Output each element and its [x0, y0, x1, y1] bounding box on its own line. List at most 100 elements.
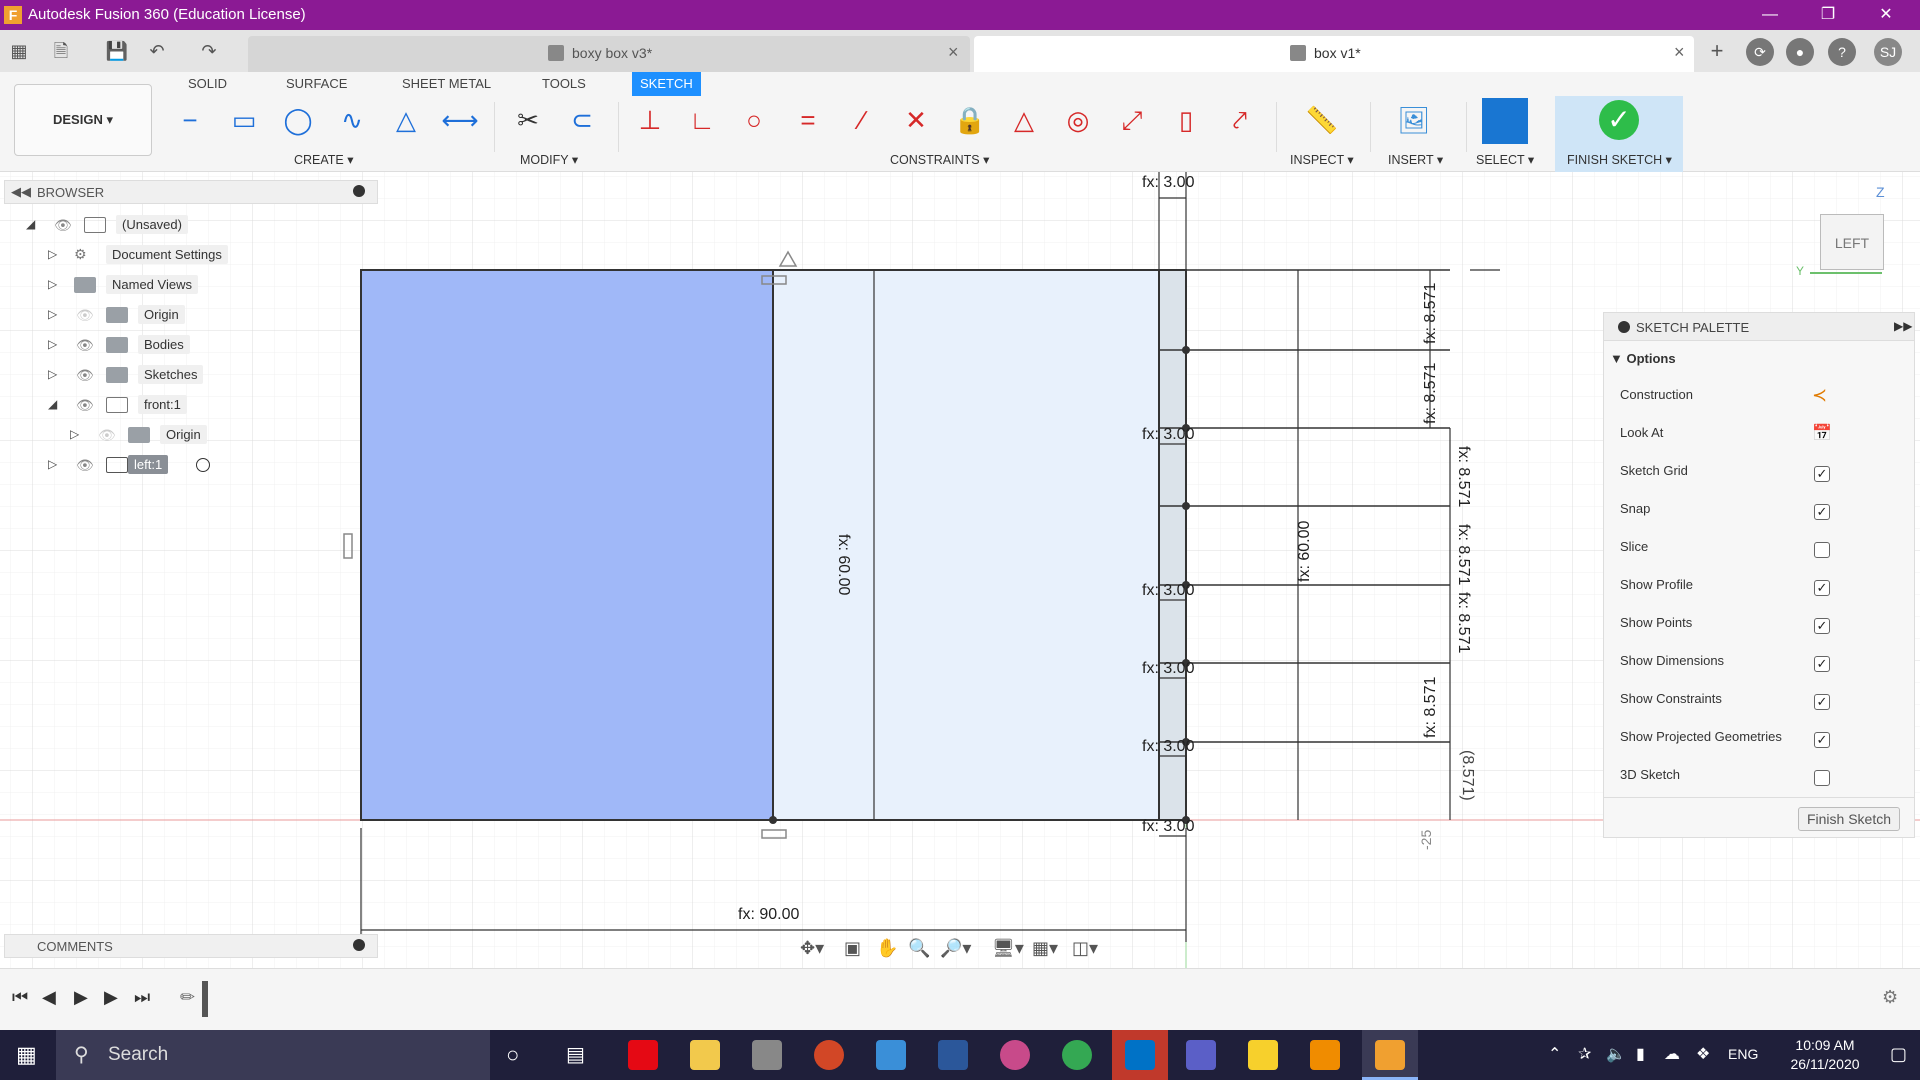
sketch-palette-header[interactable]: SKETCH PALETTE ▶▶: [1604, 313, 1914, 341]
go-to-end-icon[interactable]: ⏭: [134, 987, 150, 1008]
outlook-app-highlight[interactable]: [1112, 1030, 1168, 1080]
mail-app-icon[interactable]: [876, 1040, 906, 1070]
save-icon[interactable]: 💾: [104, 38, 130, 64]
tree-node-left-sketch[interactable]: ▷ 👁 left:1: [46, 454, 346, 478]
tree-node-root[interactable]: ◢ 👁 (Unsaved): [24, 214, 324, 238]
new-tab-plus-icon[interactable]: +: [1704, 38, 1730, 64]
dimension-tool-icon[interactable]: ⟷: [440, 100, 480, 140]
battery-icon[interactable]: ▮: [1636, 1044, 1645, 1064]
option-construction[interactable]: Construction ≺: [1620, 385, 1900, 409]
show-points-checkbox[interactable]: ✓: [1814, 618, 1830, 634]
fusion-taskbar-icon[interactable]: [1375, 1040, 1405, 1070]
expand-triangle-icon[interactable]: ▷: [48, 247, 60, 261]
option-slice[interactable]: Slice: [1620, 539, 1900, 561]
sublime-app-icon[interactable]: [1310, 1040, 1340, 1070]
extensions-icon[interactable]: ⟳: [1746, 38, 1774, 66]
notifications-icon[interactable]: ▢: [1890, 1044, 1907, 1065]
option-show-constraints[interactable]: Show Constraints ✓: [1620, 691, 1900, 713]
tree-node-document-settings[interactable]: ▷ ⚙ Document Settings: [46, 244, 346, 268]
dim-top-thickness[interactable]: fx: 3.00: [1142, 174, 1194, 192]
equal-constraint-icon[interactable]: =: [788, 100, 828, 140]
look-at-calendar-icon[interactable]: 📅: [1812, 423, 1832, 443]
constraints-menu[interactable]: CONSTRAINTS ▾: [890, 152, 989, 167]
circle-tool-icon[interactable]: ◯: [278, 100, 318, 140]
timeline-sketch-feature-icon[interactable]: ✏: [180, 987, 195, 1008]
dim-spacing-1[interactable]: fx: 8.571: [1422, 283, 1440, 344]
triangle-constraint-icon[interactable]: △: [1004, 100, 1044, 140]
powerpoint-app-icon[interactable]: [814, 1040, 844, 1070]
dim-small-1[interactable]: fx: 3.00: [1142, 426, 1194, 444]
dim-spacing-2[interactable]: fx: 8.571: [1422, 363, 1440, 424]
go-to-start-icon[interactable]: ⏮: [12, 987, 28, 1008]
outlook-app-icon[interactable]: [1125, 1040, 1155, 1070]
expand-triangle-icon[interactable]: ▷: [48, 457, 60, 471]
3d-sketch-checkbox[interactable]: [1814, 770, 1830, 786]
collapse-triangle-icon[interactable]: ◢: [48, 397, 60, 411]
dim-width[interactable]: fx: 90.00: [738, 906, 799, 924]
play-icon[interactable]: ▶: [74, 987, 88, 1008]
show-projected-geometries-checkbox[interactable]: ✓: [1814, 732, 1830, 748]
option-show-dimensions[interactable]: Show Dimensions ✓: [1620, 653, 1900, 675]
step-forward-icon[interactable]: ▶: [104, 987, 118, 1008]
curvature-constraint-icon[interactable]: ⤤: [1220, 100, 1260, 140]
tree-node-front-origin[interactable]: ▷ 👁 Origin: [68, 424, 368, 448]
coincident-constraint-icon[interactable]: ⊥: [630, 100, 670, 140]
viewports-icon[interactable]: ◫▾: [1072, 938, 1098, 959]
insert-menu[interactable]: INSERT ▾: [1388, 152, 1443, 167]
dim-height-left[interactable]: fx: 60.00: [834, 534, 852, 595]
option-show-points[interactable]: Show Points ✓: [1620, 615, 1900, 637]
visibility-eye-icon[interactable]: 👁: [76, 337, 94, 353]
option-sketch-grid[interactable]: Sketch Grid ✓: [1620, 463, 1900, 485]
fit-zoom-icon[interactable]: 🔎▾: [940, 938, 971, 959]
visibility-eye-icon[interactable]: 👁: [76, 367, 94, 383]
collapse-arrows-icon[interactable]: ◀◀: [11, 184, 31, 200]
fix-lock-icon[interactable]: 🔒: [950, 100, 990, 140]
snap-checkbox[interactable]: ✓: [1814, 504, 1830, 520]
measure-ruler-icon[interactable]: 📏: [1302, 100, 1342, 140]
midpoint-constraint-icon[interactable]: ✕: [896, 100, 936, 140]
close-tab-icon[interactable]: ×: [948, 42, 959, 63]
help-icon[interactable]: ?: [1828, 38, 1856, 66]
redo-icon[interactable]: ↷: [196, 38, 222, 64]
add-comment-icon[interactable]: [353, 939, 365, 951]
tab-sheet-metal[interactable]: SHEET METAL: [394, 74, 499, 93]
task-view-icon[interactable]: ▤: [566, 1042, 585, 1067]
slice-checkbox[interactable]: [1814, 542, 1830, 558]
timeline-marker[interactable]: [202, 981, 208, 1017]
chrome-app-icon[interactable]: [1062, 1040, 1092, 1070]
show-constraints-checkbox[interactable]: ✓: [1814, 694, 1830, 710]
show-hidden-icons-chevron[interactable]: ⌃: [1548, 1044, 1561, 1064]
option-3d-sketch[interactable]: 3D Sketch: [1620, 767, 1900, 789]
spline-tool-icon[interactable]: ∿: [332, 100, 372, 140]
windows-start-icon[interactable]: ▦: [16, 1042, 37, 1068]
tree-node-front-sketch[interactable]: ◢ 👁 front:1: [46, 394, 346, 418]
expand-palette-icon[interactable]: ▶▶: [1894, 319, 1912, 333]
finish-check-icon[interactable]: ✓: [1599, 100, 1639, 140]
dim-small-4[interactable]: fx: 3.00: [1142, 738, 1194, 756]
comments-panel[interactable]: COMMENTS: [4, 934, 378, 958]
options-section[interactable]: ▼ Options: [1610, 351, 1676, 366]
mirror-tool-icon[interactable]: △: [386, 100, 426, 140]
option-show-profile[interactable]: Show Profile ✓: [1620, 577, 1900, 599]
volume-icon[interactable]: 🔈: [1606, 1044, 1626, 1064]
finish-sketch-button[interactable]: Finish Sketch: [1798, 807, 1900, 831]
collapse-triangle-icon[interactable]: ◢: [26, 217, 38, 231]
file-menu-icon[interactable]: 🗎: [48, 38, 74, 64]
cortana-icon[interactable]: ○: [506, 1042, 519, 1068]
offset-tool-icon[interactable]: ⊂: [562, 100, 602, 140]
palette-pin-icon[interactable]: [1618, 321, 1630, 333]
camera-app-icon[interactable]: [752, 1040, 782, 1070]
timeline-settings-gear-icon[interactable]: ⚙: [1882, 987, 1898, 1008]
paint-app-icon[interactable]: [1000, 1040, 1030, 1070]
pan-hand-icon[interactable]: ✋: [876, 938, 898, 959]
rectangle-tool-icon[interactable]: ▭: [224, 100, 264, 140]
option-snap[interactable]: Snap ✓: [1620, 501, 1900, 523]
onedrive-cloud-icon[interactable]: ☁: [1664, 1044, 1680, 1064]
construction-icon[interactable]: ≺: [1812, 385, 1827, 406]
step-back-icon[interactable]: ◀: [42, 987, 56, 1008]
netflix-app-icon[interactable]: [628, 1040, 658, 1070]
undo-icon[interactable]: ↶: [144, 38, 170, 64]
tree-node-bodies[interactable]: ▷ 👁 Bodies: [46, 334, 346, 358]
wifi-icon[interactable]: ✰: [1578, 1044, 1591, 1064]
restore-button[interactable]: ❐: [1808, 3, 1848, 27]
